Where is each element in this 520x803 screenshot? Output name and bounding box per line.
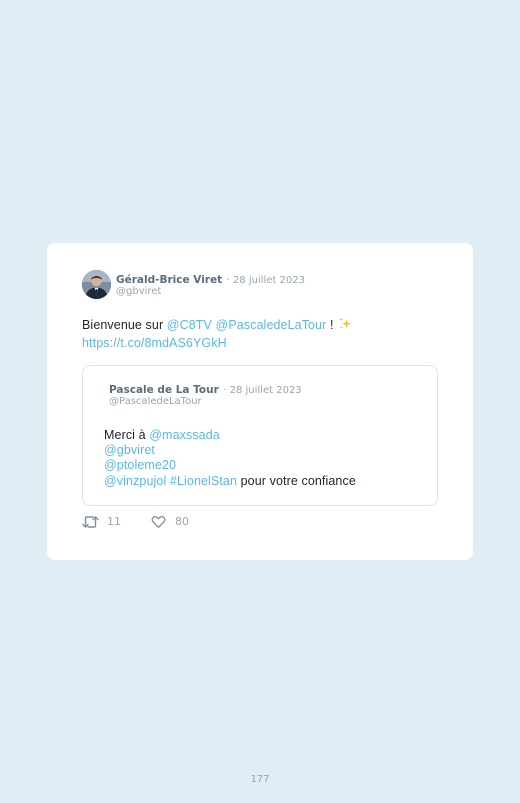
- quoted-text-line-1: Merci à @maxssada: [104, 428, 356, 443]
- retweet-count: 11: [107, 515, 121, 528]
- tweet-text-line-2: https://t.co/8mdAS6YGkH: [82, 336, 353, 352]
- heart-icon[interactable]: [151, 515, 166, 532]
- author-name[interactable]: Gérald-Brice Viret: [116, 274, 222, 286]
- mention-link[interactable]: @gbviret: [104, 443, 155, 457]
- tweet-date[interactable]: · 28 juillet 2023: [227, 275, 305, 286]
- quoted-tweet-text: Merci à @maxssada @gbviret @ptoleme20 @v…: [104, 428, 356, 489]
- mention-link[interactable]: @PascaledeLaTour: [216, 318, 327, 332]
- mention-link[interactable]: @vinzpujol: [104, 474, 166, 488]
- tweet-url-link[interactable]: https://t.co/8mdAS6YGkH: [82, 336, 227, 350]
- sparkles-emoji-icon: [338, 317, 353, 336]
- hashtag-link[interactable]: #LionelStan: [170, 474, 237, 488]
- mention-link[interactable]: @ptoleme20: [104, 458, 176, 472]
- tweet-text-suffix: !: [326, 318, 334, 332]
- mention-link[interactable]: @C8TV: [167, 318, 212, 332]
- quoted-text-line-3: @ptoleme20: [104, 458, 356, 473]
- avatar[interactable]: [82, 270, 111, 299]
- quoted-text-line-2: @gbviret: [104, 443, 356, 458]
- quoted-text-suffix: pour votre confiance: [237, 473, 356, 488]
- author-handle[interactable]: @gbviret: [116, 286, 161, 298]
- quoted-tweet-date[interactable]: · 28 juillet 2023: [223, 385, 301, 396]
- mention-link[interactable]: @maxssada: [149, 428, 220, 442]
- like-count: 80: [175, 515, 189, 528]
- quoted-tweet[interactable]: Pascale de La Tour · 28 juillet 2023 @Pa…: [82, 365, 438, 506]
- tweet-text-line-1: Bienvenue sur @C8TV @PascaledeLaTour !: [82, 317, 353, 336]
- quoted-author-name[interactable]: Pascale de La Tour: [109, 384, 219, 396]
- tweet-card: Gérald-Brice Viret · 28 juillet 2023 @gb…: [47, 243, 473, 560]
- page-number: 177: [250, 774, 270, 785]
- tweet-text-prefix: Bienvenue sur: [82, 318, 167, 332]
- retweet-icon[interactable]: [82, 515, 99, 532]
- quoted-text-prefix: Merci à: [104, 428, 150, 442]
- quoted-text-line-4: @vinzpujol #LionelStan pour votre confia…: [104, 474, 356, 489]
- quoted-author-handle[interactable]: @PascaledeLaTour: [109, 396, 202, 408]
- tweet-text: Bienvenue sur @C8TV @PascaledeLaTour ! h…: [82, 317, 353, 351]
- avatar-photo: [82, 270, 111, 299]
